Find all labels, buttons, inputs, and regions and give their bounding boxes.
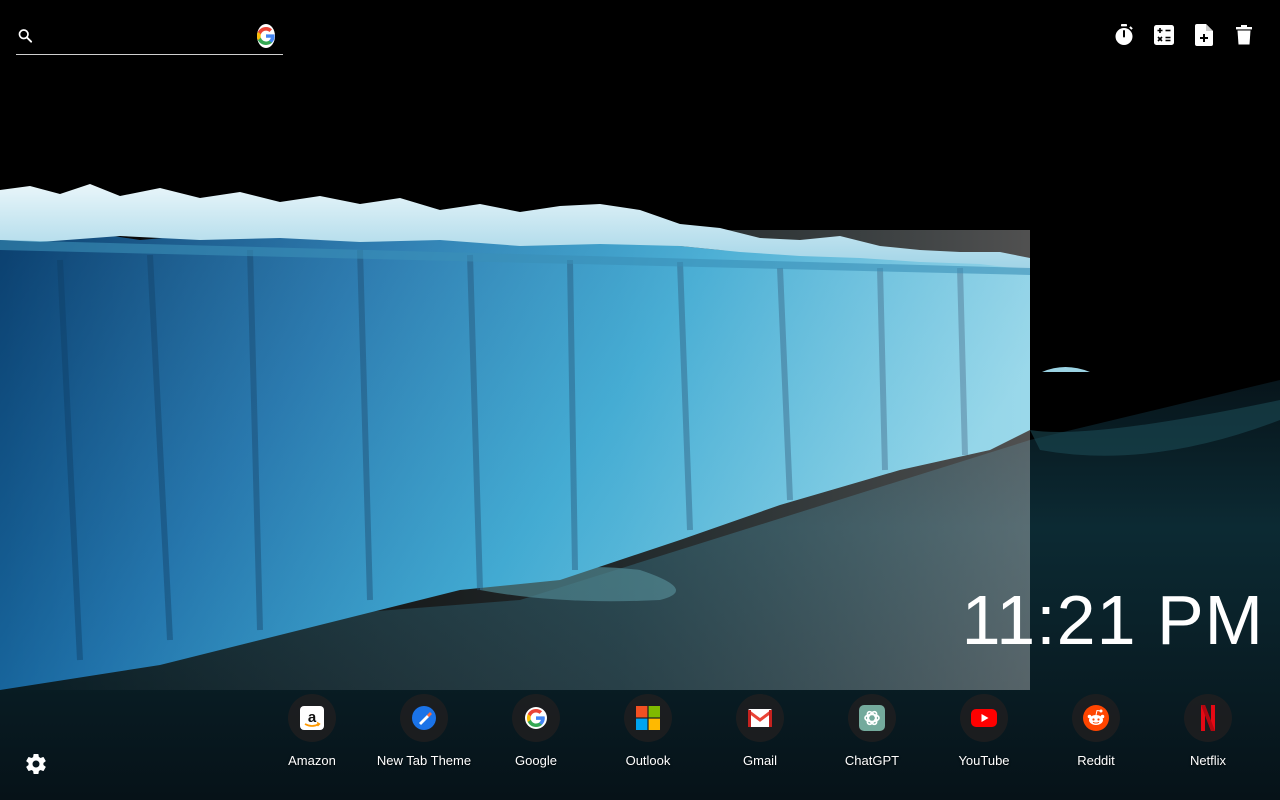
amazon-icon: a (300, 706, 324, 730)
google-icon (525, 707, 547, 729)
shortcut-label: Outlook (625, 753, 671, 768)
reddit-icon (1083, 705, 1109, 731)
new-tab-theme-icon (412, 706, 436, 730)
calculator-icon[interactable] (1152, 22, 1176, 48)
shortcut-label: Reddit (1077, 753, 1115, 768)
shortcut-google[interactable]: Google (480, 694, 592, 768)
shortcut-outlook[interactable]: Outlook (592, 694, 704, 768)
search-input[interactable] (34, 21, 257, 51)
netflix-icon (1201, 705, 1215, 731)
search-bar[interactable] (16, 18, 283, 55)
shortcut-bar: a Amazon New Tab Theme Google Outlook Gm… (256, 694, 1264, 768)
shortcut-label: Amazon (288, 753, 336, 768)
shortcut-label: ChatGPT (844, 753, 900, 768)
shortcut-new-tab-theme[interactable]: New Tab Theme (368, 694, 480, 768)
shortcut-chatgpt[interactable]: ChatGPT (816, 694, 928, 768)
shortcut-gmail[interactable]: Gmail (704, 694, 816, 768)
trash-icon[interactable] (1232, 22, 1256, 48)
shortcut-label: Netflix (1189, 753, 1227, 768)
microsoft-icon (636, 706, 660, 730)
gear-icon (26, 754, 46, 775)
google-icon[interactable] (257, 24, 275, 48)
shortcut-reddit[interactable]: Reddit (1040, 694, 1152, 768)
shortcut-netflix[interactable]: Netflix (1152, 694, 1264, 768)
shortcut-youtube[interactable]: YouTube (928, 694, 1040, 768)
chatgpt-icon (859, 705, 885, 731)
settings-button[interactable] (24, 752, 48, 776)
search-icon (18, 29, 33, 43)
new-note-icon[interactable] (1192, 22, 1216, 48)
shortcut-label: Gmail (743, 753, 777, 768)
toolbar (1112, 22, 1256, 48)
shortcut-label: YouTube (958, 753, 1010, 768)
shortcut-label: New Tab Theme (376, 753, 472, 768)
gmail-icon (748, 709, 772, 727)
clock-time: 11:21 PM (961, 581, 1264, 659)
shortcut-label: Google (515, 753, 557, 768)
timer-icon[interactable] (1112, 22, 1136, 48)
shortcut-amazon[interactable]: a Amazon (256, 694, 368, 768)
wallpaper-glacier (0, 0, 1280, 800)
youtube-icon (971, 709, 997, 727)
svg-text:a: a (308, 709, 317, 726)
